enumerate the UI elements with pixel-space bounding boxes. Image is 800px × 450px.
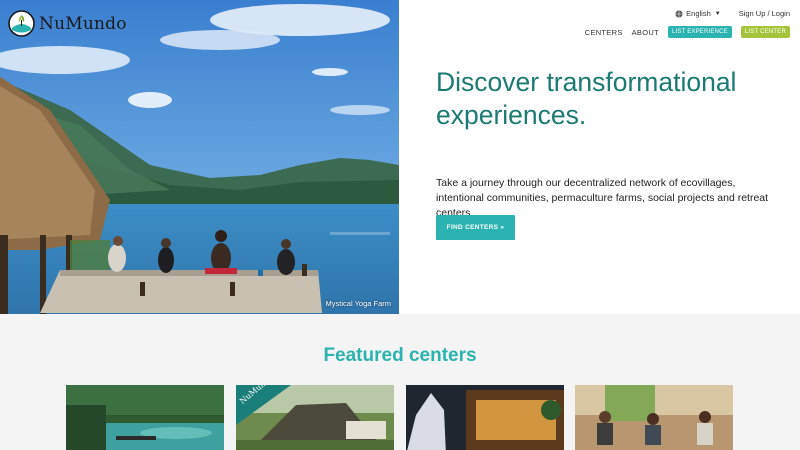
nav-centers[interactable]: CENTERS <box>585 28 623 37</box>
featured-section: Featured centers NuMundo <box>0 314 800 450</box>
caret-down-icon: ▼ <box>714 10 721 17</box>
hero-photo: NuMundo Mystical Yoga Farm <box>0 0 399 314</box>
page: NuMundo Mystical Yoga Farm English ▼ Sig… <box>0 0 800 450</box>
main-nav: CENTERS ABOUT LIST EXPERIENCE LIST CENTE… <box>585 26 790 38</box>
featured-card-2-image <box>236 385 394 450</box>
featured-card-1-image <box>66 385 224 450</box>
featured-card-4[interactable] <box>575 385 733 450</box>
globe-logo-icon <box>8 10 35 37</box>
utility-bar: English ▼ Sign Up / Login <box>675 9 790 18</box>
featured-card-4-image <box>575 385 733 450</box>
featured-card-2[interactable]: NuMundo <box>236 385 394 450</box>
find-centers-button[interactable]: FIND CENTERS » <box>436 215 515 240</box>
hero-panel: English ▼ Sign Up / Login CENTERS ABOUT … <box>399 0 800 314</box>
photo-caption: Mystical Yoga Farm <box>325 299 391 308</box>
list-experience-button[interactable]: LIST EXPERIENCE <box>667 26 732 38</box>
language-selector[interactable]: English ▼ <box>675 9 721 18</box>
signup-login-link[interactable]: Sign Up / Login <box>739 9 790 18</box>
brand-name: NuMundo <box>39 13 127 34</box>
featured-title: Featured centers <box>323 345 477 366</box>
hero-headline: Discover transformational experiences. <box>436 67 737 130</box>
brand-logo[interactable]: NuMundo <box>8 10 127 37</box>
language-label: English <box>686 9 711 18</box>
globe-icon <box>675 9 683 18</box>
nav-about[interactable]: ABOUT <box>632 28 659 37</box>
list-center-button[interactable]: LIST CENTER <box>740 26 790 38</box>
featured-card-1[interactable] <box>66 385 224 450</box>
featured-card-3-image <box>406 385 564 450</box>
featured-card-3[interactable] <box>406 385 564 450</box>
